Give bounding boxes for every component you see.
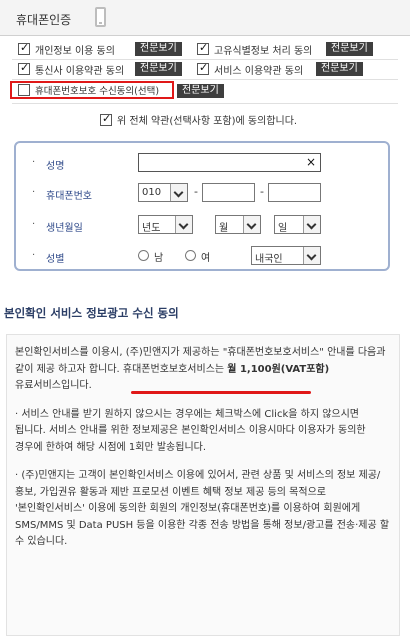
chevron-down-icon [175,216,192,233]
view-phone-protection-terms-button[interactable]: 전문보기 [177,84,224,98]
birth-day-select[interactable]: 일 [274,215,321,234]
consent-divider [12,59,398,60]
highlight-box [10,81,174,99]
consent-service-terms[interactable]: 서비스 이용약관 동의 [197,61,303,77]
consent-carrier-terms-checkbox[interactable] [18,61,30,75]
page-title: 휴대폰인증 [16,13,72,27]
identity-form: 성명 × 휴대폰번호 010 - - 생년월일 년도 월 일 성별 남 여 내국… [14,141,390,271]
agree-all[interactable]: 위 전체 약관(선택사항 포함)에 동의합니다. [100,112,297,127]
consent-unique-id-label: 고유식별정보 처리 동의 [214,45,313,57]
view-personal-info-terms-button[interactable]: 전문보기 [135,42,182,56]
gender-male-label: 남 [154,253,164,264]
agree-all-checkbox[interactable] [100,112,112,126]
consent-unique-id[interactable]: 고유식별정보 처리 동의 [197,41,312,57]
birth-year-value: 년도 [142,223,161,234]
price-underline [131,391,311,394]
gender-female-radio[interactable] [185,250,196,261]
consent-unique-id-checkbox[interactable] [197,41,209,55]
consent-personal-info-checkbox[interactable] [18,41,30,55]
ad-consent-title: 본인확인 서비스 정보광고 수신 동의 [4,306,179,320]
page-header: 휴대폰인증 [0,0,410,36]
consent-divider [12,79,398,80]
birth-year-select[interactable]: 년도 [138,215,193,234]
chevron-down-icon [243,216,260,233]
consent-divider [12,103,398,104]
consent-personal-info-label: 개인정보 이용 동의 [35,45,115,57]
name-input[interactable]: × [138,153,321,172]
info-paragraph-1: 본인확인서비스를 이용시, (주)민앤지가 제공하는 "휴대폰번호보호서비스" … [15,345,391,395]
birth-month-value: 월 [219,223,229,234]
consent-service-terms-checkbox[interactable] [197,61,209,75]
ad-consent-info-box: 본인확인서비스를 이용시, (주)민앤지가 제공하는 "휴대폰번호보호서비스" … [6,334,400,636]
gender-female-label: 여 [201,253,211,264]
phone-separator: - [260,185,264,198]
phone-prefix-select[interactable]: 010 [138,183,188,202]
birth-label: 생년월일 [32,219,83,234]
nationality-value: 내국인 [255,254,283,265]
mobile-phone-icon [95,7,106,27]
clear-icon[interactable]: × [306,155,316,169]
info-text: 유료서비스입니다. [15,380,92,391]
info-paragraph-2: · 서비스 안내를 받기 원하지 않으시는 경우에는 체크박스에 Click을 … [15,408,366,453]
consent-carrier-terms[interactable]: 통신사 이용약관 동의 [18,61,124,77]
birth-month-select[interactable]: 월 [215,215,261,234]
phone-separator: - [194,185,198,198]
view-service-terms-button[interactable]: 전문보기 [316,62,363,76]
phone-last-input[interactable] [268,183,321,202]
price-highlight: 월 1,100원(VAT포함) [227,363,330,375]
consent-personal-info[interactable]: 개인정보 이용 동의 [18,41,115,57]
view-unique-id-terms-button[interactable]: 전문보기 [326,42,373,56]
phone-middle-input[interactable] [202,183,255,202]
gender-male-radio[interactable] [138,250,149,261]
name-label: 성명 [32,157,65,172]
gender-label: 성별 [32,250,65,265]
agree-all-label: 위 전체 약관(선택사항 포함)에 동의합니다. [117,116,298,127]
consent-service-terms-label: 서비스 이용약관 동의 [214,65,304,77]
chevron-down-icon [303,247,320,264]
info-text: 본인확인서비스를 이용시, (주)민앤지가 제공하는 "휴대폰번호보호서비스" … [15,347,386,375]
chevron-down-icon [303,216,320,233]
birth-day-value: 일 [278,223,288,234]
phone-label: 휴대폰번호 [32,187,92,202]
phone-prefix-value: 010 [142,187,162,198]
nationality-select[interactable]: 내국인 [251,246,321,265]
chevron-down-icon [170,184,187,201]
info-paragraph-3: · (주)민앤지는 고객이 본인확인서비스 이용에 있어서, 관련 상품 및 서… [15,470,390,547]
view-carrier-terms-button[interactable]: 전문보기 [135,62,182,76]
consent-carrier-terms-label: 통신사 이용약관 동의 [35,65,125,77]
